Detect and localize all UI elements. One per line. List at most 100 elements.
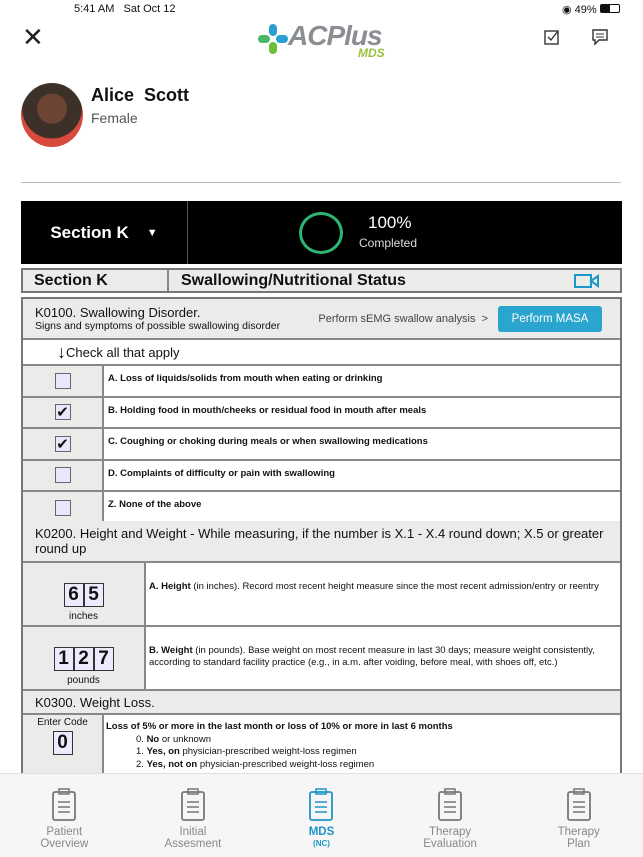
option-bold: No (146, 733, 160, 745)
bottom-nav: Patient Overview Initial Assesment MDS (NC)… (0, 773, 643, 857)
nav-patient-overview[interactable]: Patient Overview (0, 774, 129, 857)
status-right: ◉ 49% (562, 3, 620, 16)
section-dropdown-label: Section K (50, 222, 129, 242)
k0300-title: K0300. Weight Loss. (23, 691, 620, 715)
weight-row: 1 2 7 pounds B. Weight (in pounds). Base we… (23, 627, 620, 691)
checkmark-icon: ✔ (56, 435, 69, 453)
option-text: or unknown (159, 733, 211, 745)
status-time: 5:41 AM Sat Oct 12 (74, 3, 176, 15)
nav-label: Therapy Plan (557, 826, 600, 850)
section-progress-bar: Section K ▼ 100% Completed (21, 201, 622, 264)
nav-label: Therapy Evaluation (423, 826, 477, 850)
k0100-subtitle: Signs and symptoms of possible swallowin… (35, 320, 281, 332)
option-bold: Yes, on (146, 746, 180, 757)
progress-ring (299, 212, 343, 254)
nav-label: Patient Overview (40, 826, 89, 850)
checklist-label: C. Coughing or choking during meals or w… (108, 436, 428, 447)
comment-icon[interactable] (591, 28, 609, 46)
instruction-text: Check all that apply (66, 344, 180, 360)
avatar (21, 83, 83, 147)
checklist-label: A. Loss of liquids/solids from mouth whe… (108, 373, 383, 384)
weight-label-bold: B. Weight (149, 645, 193, 656)
option-text: physician-prescribed weight-loss regimen (179, 746, 357, 757)
checkbox-cell (23, 366, 104, 396)
close-icon: ✕ (22, 22, 44, 52)
checklist-row: ✔ C. Coughing or choking during meals or … (23, 429, 620, 461)
nav-label: MDS (308, 826, 335, 838)
height-label: (in inches). Record most recent height m… (190, 581, 599, 592)
logo-sub: MDS (358, 46, 385, 60)
digit-box[interactable]: 5 (83, 583, 104, 607)
wifi-icon: ◉ (562, 4, 572, 16)
checkmark-icon: ✔ (56, 404, 69, 422)
checklist-label: D. Complaints of difficulty or pain with… (108, 467, 335, 479)
nav-sublabel: (NC) (313, 839, 330, 848)
patient-name: Alice Scott (91, 85, 190, 105)
checkbox[interactable] (54, 499, 71, 516)
checkbox[interactable]: ✔ (54, 404, 71, 422)
checkbox-cell: ✔ (23, 429, 104, 459)
divider (21, 182, 621, 183)
checkbox[interactable]: ✔ (54, 435, 71, 453)
k0300-question: Loss of 5% or more in the last month or … (106, 721, 453, 732)
k0100-section: K0100. Swallowing Disorder. Signs and sy… (21, 297, 622, 526)
weight-loss-option: 0. No or unknown (136, 734, 618, 747)
k0200-section: K0200. Height and Weight - While measuri… (21, 521, 622, 787)
option-bold: Yes, not on (146, 758, 198, 770)
weight-unit: pounds (67, 675, 100, 686)
digit-box[interactable]: 2 (73, 647, 94, 671)
checkbox[interactable] (54, 372, 71, 389)
nav-mds[interactable]: MDS (NC) (257, 774, 386, 857)
weight-loss-option: 1. Yes, on physician-prescribed weight-l… (136, 746, 618, 759)
digit-box[interactable]: 1 (53, 647, 74, 671)
k0200-title: K0200. Height and Weight - While measuri… (23, 521, 620, 563)
section-dropdown[interactable]: Section K ▼ (21, 201, 188, 264)
section-code: Section K (23, 270, 169, 291)
patient-overview-clipboard-icon (52, 788, 77, 821)
height-label-bold: A. Height (149, 581, 191, 592)
therapy-evaluation-clipboard-icon (438, 788, 462, 821)
digit-box[interactable]: 7 (93, 647, 114, 671)
perform-masa-button[interactable]: Perform MASA (498, 305, 602, 332)
semg-link[interactable]: Perform sEMG swallow analysis > (318, 313, 488, 325)
weight-loss-option: 2. Yes, not on physician-prescribed weig… (136, 759, 618, 772)
height-input[interactable]: 6 5 inches (23, 563, 146, 625)
checklist-label: Z. None of the above (108, 499, 202, 510)
checklist-row: ✔ B. Holding food in mouth/cheeks or resi… (23, 397, 620, 429)
height-unit: inches (69, 611, 98, 622)
checkbox-cell (23, 492, 104, 524)
nav-label: Initial Assesment (164, 826, 222, 850)
weight-label: (in pounds). Base weight on most recent … (149, 645, 595, 668)
option-num: 0. (136, 733, 147, 745)
date: Sat Oct 12 (123, 3, 176, 15)
checkbox-cell (23, 460, 104, 490)
progress-label: Completed (359, 236, 418, 250)
logo-cross-icon (258, 24, 288, 54)
mds-clipboard-icon (309, 788, 334, 821)
nav-initial-assesment[interactable]: Initial Assesment (129, 774, 258, 857)
checkbox[interactable] (54, 467, 71, 484)
digit-box[interactable]: 6 (63, 583, 84, 607)
checklist-row: D. Complaints of difficulty or pain with… (23, 460, 620, 492)
video-camera-icon[interactable] (574, 273, 600, 289)
checklist-icon[interactable] (543, 28, 561, 46)
battery-percent: 49% (574, 4, 597, 16)
patient-gender: Female (91, 110, 138, 126)
checklist-label: B. Holding food in mouth/cheeks or resid… (108, 404, 427, 416)
enter-code-label: Enter Code (37, 717, 88, 728)
option-num: 1. (136, 746, 147, 757)
nav-therapy-plan[interactable]: Therapy Plan (514, 774, 643, 857)
option-text: physician-prescribed weight-loss regimen (197, 758, 375, 770)
section-header: Section K Swallowing/Nutritional Status (21, 268, 622, 293)
option-num: 2. (136, 758, 147, 770)
k0100-header: K0100. Swallowing Disorder. Signs and sy… (23, 299, 620, 340)
k0100-title: K0100. Swallowing Disorder. (35, 305, 201, 320)
logo: ACPlus MDS (258, 20, 388, 60)
close-button[interactable]: ✕ (22, 24, 44, 50)
weight-loss-code-input[interactable]: 0 (52, 731, 73, 755)
weight-input[interactable]: 1 2 7 pounds (23, 627, 146, 689)
initial-assesment-clipboard-icon (180, 788, 205, 821)
nav-therapy-evaluation[interactable]: Therapy Evaluation (386, 774, 515, 857)
checkbox-cell: ✔ (23, 397, 104, 427)
height-row: 6 5 inches A. Height (in inches). Record m… (23, 563, 620, 627)
